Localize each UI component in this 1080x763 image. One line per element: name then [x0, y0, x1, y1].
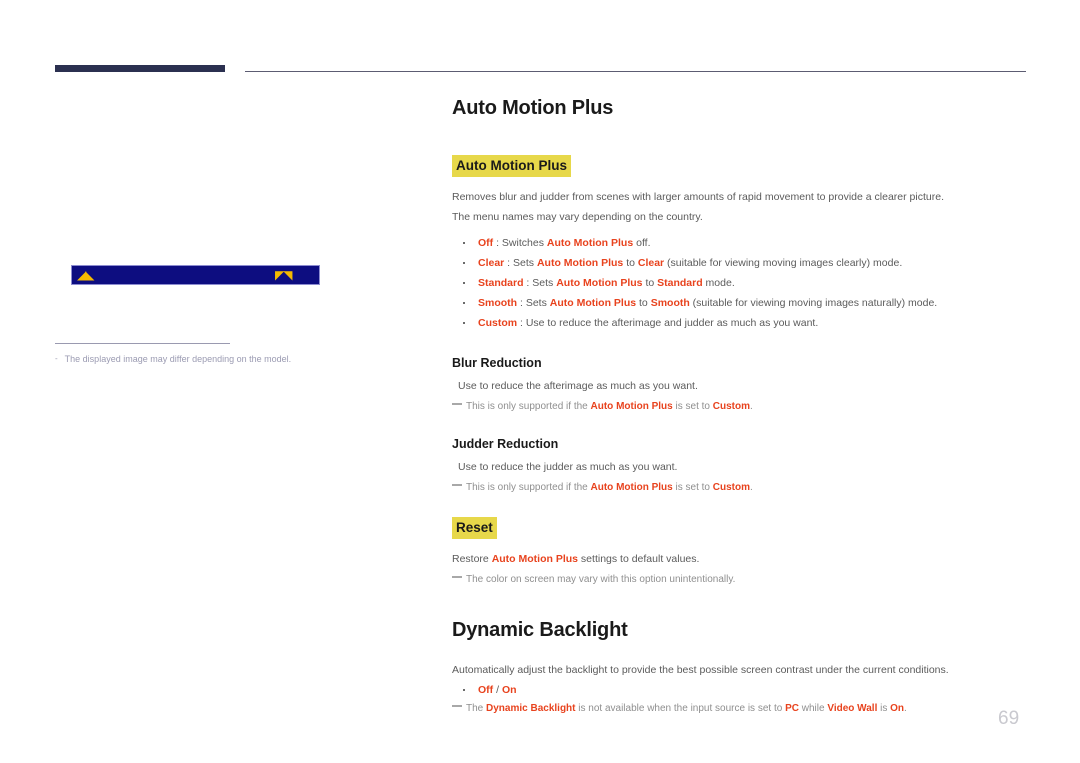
option-text-2: to — [636, 297, 651, 309]
note-dash-icon — [452, 399, 462, 407]
section-blur-reduction: Blur Reduction Use to reduce the afterim… — [452, 355, 1032, 414]
page-title: Auto Motion Plus — [452, 97, 614, 119]
note-keyword-4: On — [890, 703, 905, 714]
reset-paragraph-tail: settings to default values. — [578, 553, 700, 565]
option-text-2: off. — [633, 237, 651, 249]
note-keyword-1: Dynamic Backlight — [486, 703, 576, 714]
section-heading-auto-motion-plus: Auto Motion Plus — [452, 155, 571, 177]
illustration-panel: ◢◣ ◤◥ - The displayed image may differ d… — [55, 180, 405, 370]
section-dynamic-backlight: Dynamic Backlight Automatically adjust t… — [452, 617, 1032, 716]
option-separator: / — [493, 684, 502, 696]
option-text: : Sets — [517, 297, 550, 309]
list-item: Smooth : Sets Auto Motion Plus to Smooth… — [452, 293, 1032, 313]
option-text-2: to — [642, 277, 658, 289]
list-item: Custom : Use to reduce the afterimage an… — [452, 313, 1032, 333]
section-reset: Reset Restore Auto Motion Plus settings … — [452, 517, 1032, 587]
section-title-dynamic-backlight: Dynamic Backlight — [452, 619, 628, 641]
note-keyword-3: Video Wall — [827, 703, 878, 714]
illustration-caption: - The displayed image may differ dependi… — [55, 353, 395, 365]
note-keyword-2: Custom — [712, 482, 750, 493]
note-mid-2: while — [798, 703, 828, 714]
option-off: Off — [478, 684, 494, 696]
reset-note: The color on screen may vary with this o… — [452, 572, 1032, 587]
section-heading-judder-reduction: Judder Reduction — [452, 437, 559, 451]
note-keyword-1: Auto Motion Plus — [590, 482, 673, 493]
option-keyword: Custom — [478, 317, 518, 329]
option-text: : Switches — [493, 237, 547, 249]
judder-reduction-note: This is only supported if the Auto Motio… — [452, 480, 1032, 495]
option-text-3: (suitable for viewing moving images natu… — [689, 297, 938, 309]
section-heading-reset: Reset — [452, 517, 497, 539]
option-text: : Sets — [523, 277, 557, 289]
list-item: Clear : Sets Auto Motion Plus to Clear (… — [452, 253, 1032, 273]
note-text: This is only supported if the Auto Motio… — [466, 399, 1032, 414]
header-accent-bar — [55, 65, 225, 72]
dynamic-backlight-paragraph: Automatically adjust the backlight to pr… — [452, 664, 949, 676]
note-dash-icon — [452, 480, 462, 488]
option-on: On — [501, 684, 517, 696]
note-mid: is set to — [672, 482, 713, 493]
option-text: : Sets — [504, 257, 537, 269]
osd-menu-icon: ◢◣ — [77, 268, 94, 282]
reset-paragraph-keyword: Auto Motion Plus — [491, 553, 579, 565]
option-keyword: Clear — [478, 257, 505, 269]
option-keyword: Off — [478, 237, 494, 249]
option-keyword: Smooth — [478, 297, 518, 309]
option-text-3: (suitable for viewing moving images clea… — [664, 257, 903, 269]
header-divider-line — [245, 71, 1026, 72]
option-keyword-2: Auto Motion Plus — [546, 237, 634, 249]
auto-motion-plus-option-list: Off : Switches Auto Motion Plus off. Cle… — [452, 233, 1032, 333]
judder-reduction-paragraph: Use to reduce the judder as much as you … — [458, 461, 678, 473]
dynamic-backlight-note: The Dynamic Backlight is not available w… — [452, 701, 1032, 716]
note-dash-icon — [452, 701, 462, 709]
osd-lock-icon: ◤◥ — [275, 268, 292, 282]
option-keyword-2: Auto Motion Plus — [556, 277, 643, 289]
auto-motion-plus-paragraph-2: The menu names may vary depending on the… — [452, 211, 703, 223]
dynamic-backlight-option-list: Off / On — [452, 680, 1032, 700]
header-rule — [55, 65, 1026, 75]
section-judder-reduction: Judder Reduction Use to reduce the judde… — [452, 436, 1032, 495]
option-keyword-2: Auto Motion Plus — [536, 257, 624, 269]
option-text-3: mode. — [702, 277, 735, 289]
note-dash-icon — [452, 572, 462, 580]
note-mid-1: is not available when the input source i… — [575, 703, 786, 714]
note-tail: . — [904, 703, 907, 714]
note-text: This is only supported if the Auto Motio… — [466, 480, 1032, 495]
note-tail: . — [749, 482, 753, 493]
note-mid: is set to — [672, 401, 713, 412]
option-keyword-2: Auto Motion Plus — [549, 297, 637, 309]
section-heading-blur-reduction: Blur Reduction — [452, 356, 542, 370]
page-number: 69 — [998, 708, 1020, 729]
note-text: The color on screen may vary with this o… — [466, 574, 736, 585]
blur-reduction-note: This is only supported if the Auto Motio… — [452, 399, 1032, 414]
list-item: Off : Switches Auto Motion Plus off. — [452, 233, 1032, 253]
option-text: : Use to reduce the afterimage and judde… — [517, 317, 819, 329]
note-mid-3: is — [877, 703, 891, 714]
option-keyword-3: Smooth — [650, 297, 690, 309]
note-lead: The — [466, 703, 487, 714]
section-auto-motion-plus: Auto Motion Plus Removes blur and judder… — [452, 155, 1032, 333]
note-keyword-2: Custom — [712, 401, 750, 412]
option-keyword: Standard — [478, 277, 524, 289]
blur-reduction-paragraph: Use to reduce the afterimage as much as … — [458, 380, 698, 392]
option-keyword-3: Standard — [657, 277, 703, 289]
note-text: The Dynamic Backlight is not available w… — [466, 701, 1032, 716]
note-lead: This is only supported if the — [466, 401, 591, 412]
caption-text: The displayed image may differ depending… — [64, 354, 292, 364]
note-lead: This is only supported if the — [466, 482, 591, 493]
caption-divider — [55, 343, 230, 344]
list-item: Standard : Sets Auto Motion Plus to Stan… — [452, 273, 1032, 293]
note-tail: . — [749, 401, 753, 412]
reset-paragraph-lead: Restore — [452, 553, 492, 565]
content-column: Auto Motion Plus Auto Motion Plus Remove… — [452, 95, 1032, 716]
note-keyword-2: PC — [785, 703, 799, 714]
osd-screenshot-bar: ◢◣ ◤◥ — [71, 265, 320, 285]
option-keyword-3: Clear — [637, 257, 665, 269]
option-text-2: to — [623, 257, 638, 269]
list-item: Off / On — [452, 680, 1032, 700]
auto-motion-plus-paragraph-1: Removes blur and judder from scenes with… — [452, 191, 944, 203]
caption-dash-marker: - — [55, 354, 58, 363]
reset-paragraph: Restore Auto Motion Plus settings to def… — [452, 552, 1032, 567]
note-keyword-1: Auto Motion Plus — [590, 401, 673, 412]
